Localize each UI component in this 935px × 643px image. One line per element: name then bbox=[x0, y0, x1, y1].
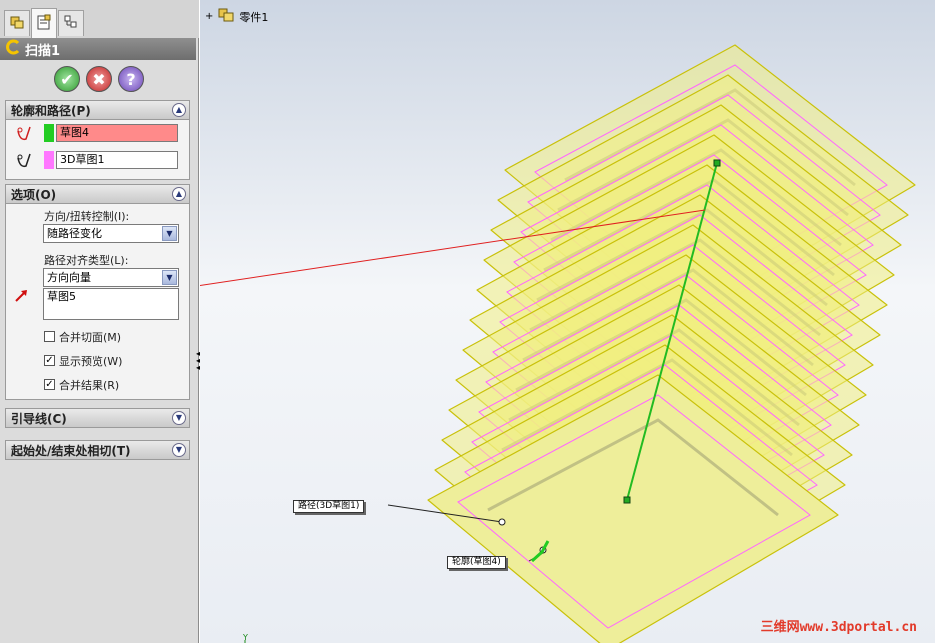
direction-vector-field[interactable]: 草图5 bbox=[43, 288, 179, 320]
direction-vector-startpoint bbox=[623, 496, 631, 504]
collapse-chevron-icon[interactable]: ▲ bbox=[172, 103, 186, 117]
profile-callout[interactable]: 轮廓(草图4) bbox=[447, 556, 506, 569]
watermark-text: 三维网www.3dportal.cn bbox=[760, 620, 917, 635]
show-preview-checkbox[interactable]: ✓ bbox=[44, 355, 55, 366]
orientation-dropdown[interactable]: 随路径变化 ▼ bbox=[43, 224, 179, 243]
chevron-down-icon[interactable]: ▼ bbox=[162, 270, 177, 285]
model-graphics bbox=[200, 44, 916, 643]
section-start-end-tangency-header[interactable]: 起始处/结束处相切(T) ▼ bbox=[5, 440, 190, 460]
sweep-preview-coils bbox=[427, 44, 916, 643]
path-icon bbox=[14, 150, 34, 173]
property-manager-panel: 扫描1 ✔ ✖ ? 轮廓和路径(P) ▲ 草图4 3D草图1 选项(O) ▲ 方… bbox=[0, 0, 199, 643]
path-align-dropdown[interactable]: 方向向量 ▼ bbox=[43, 268, 179, 287]
dialog-controls: ✔ ✖ ? bbox=[54, 66, 144, 92]
path-callout[interactable]: 路径(3D草图1) bbox=[293, 500, 365, 513]
path-align-label: 路径对齐类型(L): bbox=[44, 254, 129, 267]
help-icon: ? bbox=[126, 69, 136, 89]
collapse-chevron-icon[interactable]: ▲ bbox=[172, 187, 186, 201]
orientation-value: 随路径变化 bbox=[47, 227, 102, 240]
tab-property-manager[interactable] bbox=[31, 8, 57, 38]
sweep-feature-icon bbox=[5, 39, 21, 59]
help-button[interactable]: ? bbox=[118, 66, 144, 92]
expand-chevron-icon[interactable]: ▼ bbox=[172, 411, 186, 425]
profile-selection-field[interactable]: 草图4 bbox=[56, 124, 178, 142]
feature-tree-icon bbox=[9, 14, 25, 33]
show-preview-label: 显示预览(W) bbox=[59, 355, 123, 368]
axis-label: Y bbox=[243, 633, 248, 642]
graphics-viewport[interactable]: + 零件1 路径(3D草图1) 轮廓(草图4) Y 三维网www.3dporta… bbox=[200, 0, 935, 643]
merge-tangent-label: 合并切面(M) bbox=[59, 331, 122, 344]
cancel-button[interactable]: ✖ bbox=[86, 66, 112, 92]
orientation-label: 方向/扭转控制(I): bbox=[44, 210, 130, 223]
manager-tab-bar bbox=[0, 0, 199, 38]
section-guide-curves-header[interactable]: 引导线(C) ▼ bbox=[5, 408, 190, 428]
path-color-swatch bbox=[44, 151, 54, 169]
property-sheet-icon bbox=[36, 14, 52, 33]
feature-title-bar: 扫描1 bbox=[0, 38, 196, 60]
close-icon: ✖ bbox=[92, 69, 106, 89]
chevron-down-icon[interactable]: ▼ bbox=[162, 226, 177, 241]
tab-configuration-manager[interactable] bbox=[58, 10, 84, 36]
path-callout-anchor bbox=[498, 518, 506, 526]
profile-icon bbox=[14, 123, 34, 146]
section-guide-curves-title: 引导线(C) bbox=[11, 411, 67, 426]
check-icon: ✔ bbox=[60, 69, 74, 89]
merge-result-checkbox[interactable]: ✓ bbox=[44, 379, 55, 390]
section-options-header[interactable]: 选项(O) ▲ bbox=[6, 185, 189, 204]
path-align-value: 方向向量 bbox=[47, 271, 91, 284]
section-profile-path-title: 轮廓和路径(P) bbox=[11, 103, 91, 118]
direction-arrow-icon bbox=[14, 288, 30, 307]
section-profile-path-header[interactable]: 轮廓和路径(P) ▲ bbox=[6, 101, 189, 120]
section-start-end-tangency-title: 起始处/结束处相切(T) bbox=[11, 443, 131, 458]
ok-button[interactable]: ✔ bbox=[54, 66, 80, 92]
expand-chevron-icon[interactable]: ▼ bbox=[172, 443, 186, 457]
profile-color-swatch bbox=[44, 124, 54, 142]
feature-title: 扫描1 bbox=[25, 43, 61, 59]
merge-result-label: 合并结果(R) bbox=[59, 379, 120, 392]
merge-tangent-checkbox[interactable] bbox=[44, 331, 55, 342]
configuration-icon bbox=[63, 14, 79, 33]
tab-feature-manager[interactable] bbox=[4, 10, 30, 36]
section-options-title: 选项(O) bbox=[11, 187, 57, 202]
path-selection-field[interactable]: 3D草图1 bbox=[56, 151, 178, 169]
direction-vector-endpoint bbox=[713, 159, 721, 167]
